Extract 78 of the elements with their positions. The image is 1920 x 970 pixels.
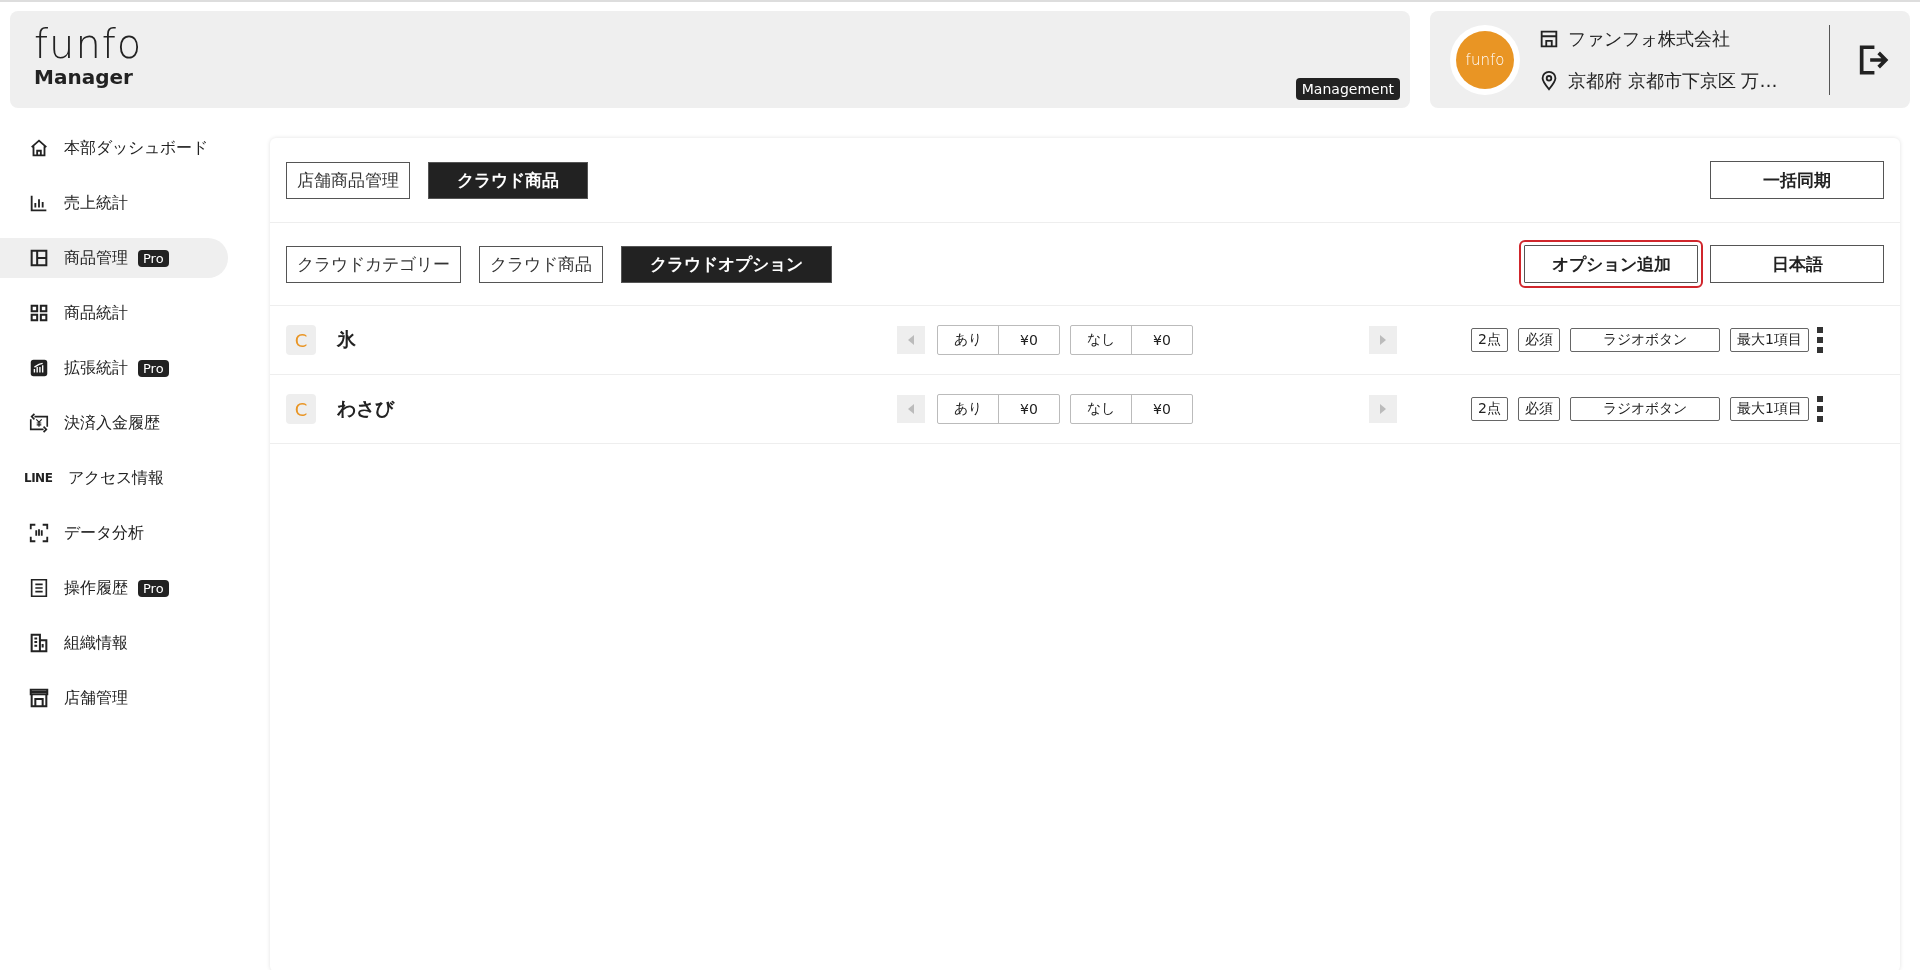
tab[interactable]: クラウド商品 bbox=[428, 161, 588, 199]
caret-left-icon bbox=[907, 335, 915, 345]
more-icon[interactable] bbox=[1816, 396, 1823, 422]
scan-icon bbox=[28, 522, 50, 544]
tab[interactable]: クラウド商品 bbox=[479, 245, 603, 283]
choice-price: ¥0 bbox=[998, 395, 1059, 423]
sidebar-label: 商品管理 bbox=[64, 247, 128, 269]
building-icon bbox=[28, 632, 50, 654]
choice-price: ¥0 bbox=[1131, 326, 1192, 354]
sidebar-item[interactable]: 店舗管理 bbox=[0, 678, 228, 718]
choice-count: 2点 bbox=[1471, 328, 1508, 352]
language-button[interactable]: 日本語 bbox=[1710, 245, 1884, 283]
line-logo-icon: LINE bbox=[24, 471, 54, 485]
sidebar-label: 拡張統計 bbox=[64, 357, 128, 379]
choice-label: あり bbox=[953, 330, 983, 349]
yen-transfer-icon bbox=[28, 412, 50, 434]
scroll-left-button[interactable] bbox=[897, 395, 925, 423]
choice-label: あり bbox=[953, 399, 983, 418]
sidebar-label: 組織情報 bbox=[64, 632, 128, 654]
list-icon bbox=[28, 577, 50, 599]
sidebar-item[interactable]: データ分析 bbox=[0, 513, 228, 553]
sidebar-label: アクセス情報 bbox=[68, 467, 164, 489]
required-tag: 必須 bbox=[1517, 397, 1560, 421]
sidebar-item[interactable]: 組織情報 bbox=[0, 623, 228, 663]
logo-text: funfo bbox=[34, 23, 143, 65]
option-name: 氷 bbox=[337, 327, 357, 352]
caret-left-icon bbox=[907, 404, 915, 414]
company-name: ファンフォ株式会社 bbox=[1568, 26, 1730, 51]
grid-icon bbox=[28, 302, 50, 324]
store-address: 京都府 京都市下京区 万… bbox=[1568, 68, 1778, 93]
cloud-badge: C bbox=[286, 394, 316, 424]
scroll-left-button[interactable] bbox=[897, 326, 925, 354]
pro-badge: Pro bbox=[138, 579, 169, 597]
input-type-tag: ラジオボタン bbox=[1569, 328, 1720, 352]
sidebar-label: 店舗管理 bbox=[64, 687, 128, 709]
option-name: わさび bbox=[337, 396, 396, 421]
scroll-right-button[interactable] bbox=[1369, 395, 1397, 423]
sidebar-label: 決済入金履歴 bbox=[64, 412, 160, 434]
choice-label: なし bbox=[1086, 399, 1116, 418]
store-icon bbox=[28, 687, 50, 709]
sync-button[interactable]: 一括同期 bbox=[1710, 161, 1884, 199]
caret-right-icon bbox=[1379, 335, 1387, 345]
layout-icon bbox=[28, 247, 50, 269]
max-selection-tag: 最大1項目 bbox=[1729, 397, 1809, 421]
scroll-right-button[interactable] bbox=[1369, 326, 1397, 354]
store-avatar: funfo bbox=[1450, 24, 1520, 95]
caret-right-icon bbox=[1379, 404, 1387, 414]
sidebar-item[interactable]: 商品統計 bbox=[0, 293, 228, 333]
sidebar-label: データ分析 bbox=[64, 522, 144, 544]
choice-price: ¥0 bbox=[998, 326, 1059, 354]
tab[interactable]: クラウドオプション bbox=[621, 245, 832, 283]
sidebar-item[interactable]: 決済入金履歴 bbox=[0, 403, 228, 443]
sidebar-label: 本部ダッシュボード bbox=[64, 137, 208, 159]
pro-badge: Pro bbox=[138, 249, 169, 267]
choice-count: 2点 bbox=[1471, 397, 1508, 421]
input-type-tag: ラジオボタン bbox=[1569, 397, 1720, 421]
home-icon bbox=[28, 137, 50, 159]
sidebar-item[interactable]: LINE アクセス情報 bbox=[0, 458, 228, 498]
pro-badge: Pro bbox=[138, 359, 169, 377]
sidebar-item[interactable]: 操作履歴 Pro bbox=[0, 568, 228, 608]
sidebar-item[interactable]: 本部ダッシュボード bbox=[0, 128, 228, 168]
sidebar-label: 操作履歴 bbox=[64, 577, 128, 599]
sidebar-item[interactable]: 売上統計 bbox=[0, 183, 228, 223]
max-selection-tag: 最大1項目 bbox=[1729, 328, 1809, 352]
chart-tile-icon bbox=[28, 357, 50, 379]
sidebar-label: 商品統計 bbox=[64, 302, 128, 324]
mode-badge: Management bbox=[1295, 78, 1400, 100]
choice-price: ¥0 bbox=[1131, 395, 1192, 423]
logo-subtitle: Manager bbox=[34, 65, 134, 89]
tab[interactable]: クラウドカテゴリー bbox=[286, 245, 461, 283]
sidebar-item[interactable]: 拡張統計 Pro bbox=[0, 348, 228, 388]
tab[interactable]: 店舗商品管理 bbox=[286, 161, 410, 199]
required-tag: 必須 bbox=[1517, 328, 1560, 352]
more-icon[interactable] bbox=[1816, 327, 1823, 353]
sidebar-label: 売上統計 bbox=[64, 192, 128, 214]
choice-label: なし bbox=[1086, 330, 1116, 349]
sidebar-item[interactable]: 商品管理 Pro bbox=[0, 238, 228, 278]
cloud-badge: C bbox=[286, 325, 316, 355]
